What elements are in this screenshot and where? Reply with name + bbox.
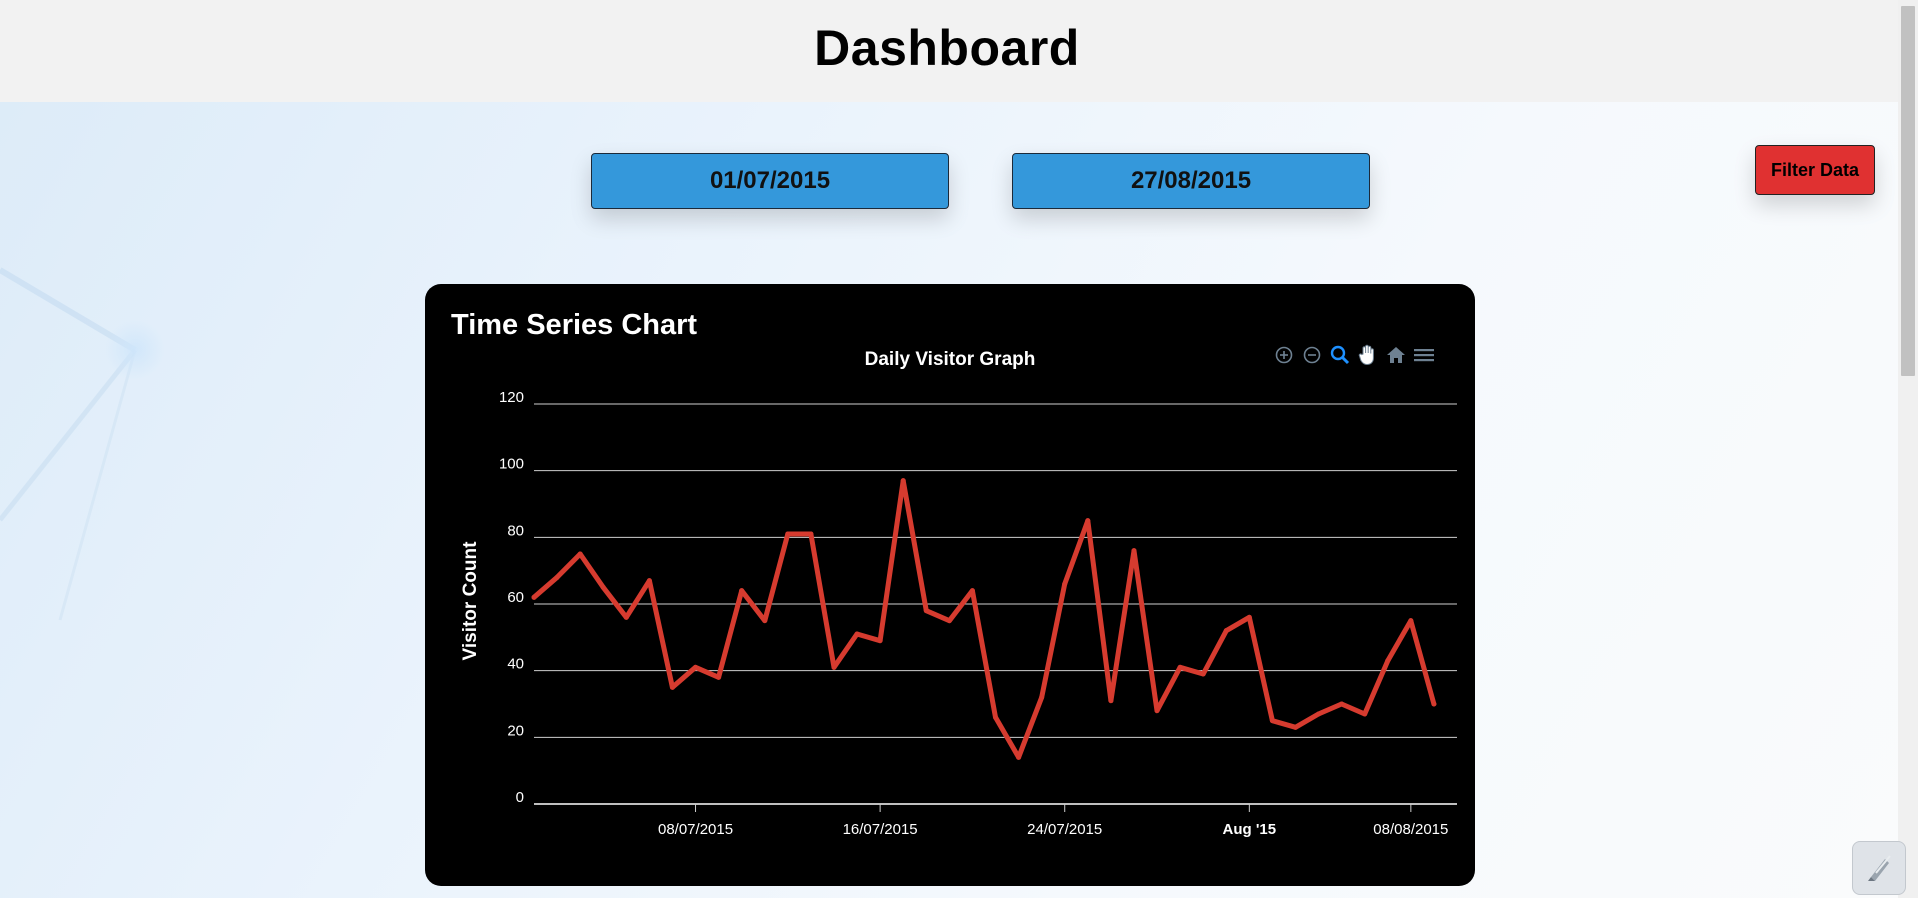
y-tick-label: 40 (507, 656, 524, 673)
data-point[interactable] (1085, 518, 1091, 524)
data-point[interactable] (831, 664, 837, 670)
chart-toolbar (1273, 344, 1435, 366)
chart-card: Time Series Chart Daily Visitor Graph Vi… (425, 284, 1475, 886)
data-point[interactable] (669, 684, 675, 690)
y-tick-label: 60 (507, 589, 524, 606)
series-layer (531, 478, 1437, 760)
data-point[interactable] (1292, 724, 1298, 730)
zoom-in-icon[interactable] (1273, 344, 1295, 366)
x-tick-label: 08/07/2015 (658, 821, 733, 838)
data-point[interactable] (1108, 698, 1114, 704)
page-title: Dashboard (814, 20, 1080, 76)
scrollbar-thumb[interactable] (1901, 6, 1915, 376)
x-axis: 08/07/2015 16/07/2015 24/07/2015 Aug '15 08/… (658, 804, 1448, 838)
data-point[interactable] (1223, 628, 1229, 634)
x-tick-label: 24/07/2015 (1027, 821, 1102, 838)
data-point[interactable] (623, 614, 629, 620)
series-line[interactable] (531, 478, 1437, 760)
chart-plot[interactable]: Daily Visitor Graph Visitor Count 0 20 40 6… (425, 284, 1475, 886)
data-point[interactable] (1316, 711, 1322, 717)
data-point[interactable] (762, 618, 768, 624)
data-point[interactable] (577, 551, 583, 557)
data-point[interactable] (1131, 548, 1137, 554)
chart-title: Daily Visitor Graph (865, 349, 1036, 370)
y-gridlines (534, 403, 1457, 805)
data-point[interactable] (646, 578, 652, 584)
data-point[interactable] (531, 594, 537, 600)
data-point[interactable] (854, 631, 860, 637)
home-icon[interactable] (1385, 344, 1407, 366)
data-point[interactable] (969, 588, 975, 594)
pan-hand-icon[interactable] (1357, 344, 1379, 366)
data-point[interactable] (1362, 711, 1368, 717)
x-tick-label: Aug '15 (1223, 821, 1277, 838)
data-point[interactable] (993, 714, 998, 720)
filter-data-button[interactable]: Filter Data (1755, 145, 1875, 195)
data-point[interactable] (1431, 701, 1437, 707)
data-point[interactable] (808, 531, 814, 537)
end-date-button[interactable]: 27/08/2015 (1012, 153, 1370, 209)
data-point[interactable] (1200, 671, 1206, 677)
data-point[interactable] (785, 531, 791, 537)
x-tick-label: 08/08/2015 (1373, 821, 1448, 838)
data-point[interactable] (946, 618, 952, 624)
data-point[interactable] (877, 638, 883, 644)
y-tick-label: 0 (516, 789, 524, 806)
y-tick-label: 100 (499, 456, 524, 473)
data-point[interactable] (1154, 708, 1160, 714)
data-point[interactable] (1062, 581, 1068, 587)
data-point[interactable] (900, 478, 906, 484)
data-point[interactable] (1408, 618, 1414, 624)
data-point[interactable] (1385, 658, 1391, 664)
zoom-select-icon[interactable] (1329, 344, 1351, 366)
zoom-out-icon[interactable] (1301, 344, 1323, 366)
y-tick-label: 120 (499, 389, 524, 406)
y-axis-label: Visitor Count (460, 541, 481, 661)
y-tick-label: 80 (507, 522, 524, 539)
edit-pen-icon[interactable] (1852, 841, 1906, 895)
data-point[interactable] (716, 674, 722, 680)
data-point[interactable] (1016, 754, 1022, 760)
page-header: Dashboard (0, 0, 1898, 102)
data-point[interactable] (693, 664, 699, 670)
data-point[interactable] (1039, 694, 1045, 700)
x-tick-label: 16/07/2015 (843, 821, 918, 838)
y-tick-label: 20 (507, 722, 524, 739)
data-point[interactable] (923, 608, 929, 614)
page-scrollbar[interactable] (1898, 0, 1918, 898)
menu-icon[interactable] (1413, 344, 1435, 366)
background-decoration (0, 267, 165, 621)
y-axis: 0 20 40 60 80 100 120 (499, 389, 524, 806)
data-point[interactable] (1269, 718, 1275, 724)
data-point[interactable] (554, 574, 560, 580)
start-date-button[interactable]: 01/07/2015 (591, 153, 949, 209)
data-point[interactable] (600, 584, 606, 590)
data-point[interactable] (1177, 664, 1183, 670)
data-point[interactable] (1339, 701, 1345, 707)
data-point[interactable] (1246, 614, 1252, 620)
data-point[interactable] (739, 588, 745, 594)
